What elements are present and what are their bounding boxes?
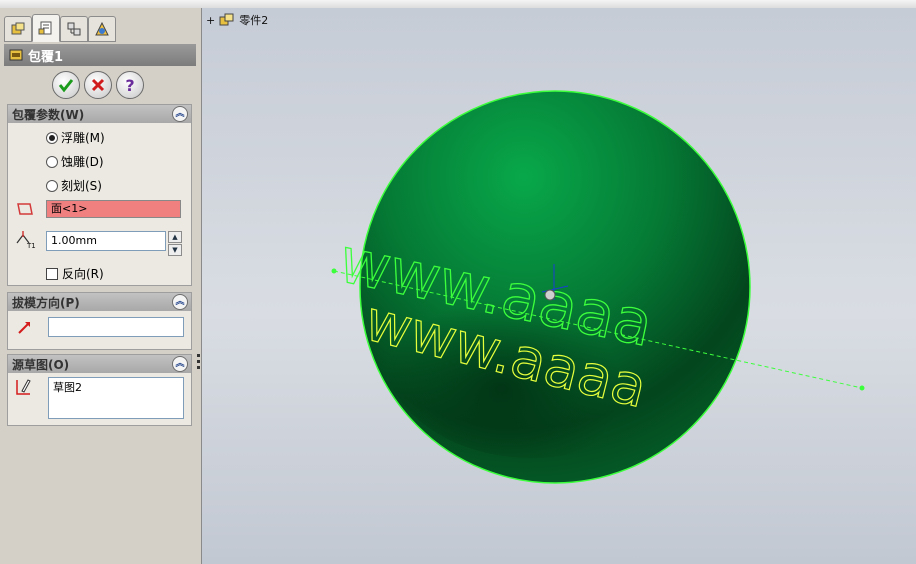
wrap-parameters-group: 包覆参数(W) ︽ 浮雕(M) 蚀雕(D) 刻划(S) 面<1> T1 1.00… <box>7 104 192 286</box>
spin-up-icon[interactable]: ▲ <box>168 231 182 243</box>
thickness-icon: T1 <box>16 231 36 249</box>
configuration-icon <box>67 22 81 36</box>
cancel-button[interactable] <box>84 71 112 99</box>
help-label: ? <box>125 75 135 95</box>
collapse-chevron-icon[interactable]: ︽ <box>172 356 188 372</box>
wrap-parameters-header[interactable]: 包覆参数(W) ︽ <box>8 105 191 123</box>
tab-configuration-manager[interactable] <box>60 16 88 42</box>
source-sketch-title: 源草图(O) <box>12 357 70 372</box>
splitter-grip[interactable] <box>197 354 200 374</box>
radio-deboss-label: 蚀雕(D) <box>61 155 104 169</box>
reverse-checkbox-label: 反向(R) <box>62 267 104 281</box>
feature-tree-icon <box>11 22 25 35</box>
radio-emboss[interactable]: 浮雕(M) <box>46 129 105 146</box>
sketch-endpoint-left[interactable] <box>331 268 337 274</box>
sketch-icon <box>16 379 31 395</box>
tab-display-manager[interactable] <box>88 16 116 42</box>
feature-title-bar: 包覆1 <box>4 44 196 66</box>
direction-arrow-icon <box>18 322 30 334</box>
feature-title: 包覆1 <box>28 49 64 65</box>
cursor-icon <box>544 289 556 301</box>
face-selection-value: 面<1> <box>51 202 88 215</box>
face-selection-icon <box>17 203 33 215</box>
thickness-value: 1.00mm <box>51 234 97 247</box>
draft-direction-group: 拔模方向(P) ︽ <box>7 292 192 350</box>
tab-property-manager[interactable] <box>32 14 60 42</box>
thickness-spinner[interactable]: ▲ ▼ <box>168 231 182 256</box>
spin-down-icon[interactable]: ▼ <box>168 244 182 256</box>
checkmark-icon <box>58 79 74 93</box>
tab-feature-manager[interactable] <box>4 16 32 42</box>
sketch-endpoint-right[interactable] <box>859 385 865 391</box>
display-manager-icon <box>95 21 109 36</box>
reverse-checkbox[interactable]: 反向(R) <box>46 265 104 282</box>
collapse-chevron-icon[interactable]: ︽ <box>172 294 188 310</box>
thickness-input[interactable]: 1.00mm <box>46 231 166 251</box>
draft-direction-header[interactable]: 拔模方向(P) ︽ <box>8 293 191 311</box>
collapse-chevron-icon[interactable]: ︽ <box>172 106 188 122</box>
draft-direction-title: 拔模方向(P) <box>12 295 80 310</box>
radio-scribe-dot[interactable] <box>46 179 58 192</box>
radio-scribe-label: 刻划(S) <box>61 179 102 193</box>
source-sketch-value[interactable]: 草图2 <box>53 381 82 394</box>
radio-deboss-dot[interactable] <box>46 155 58 168</box>
model-graphics: www.aaaa www.aaaa <box>331 90 865 484</box>
face-selection-box[interactable]: 面<1> <box>46 200 181 218</box>
source-sketch-header[interactable]: 源草图(O) ︽ <box>8 355 191 373</box>
property-manager-panel: 包覆1 ? 包覆参数(W) ︽ 浮雕(M) 蚀雕(D) 刻划(S) 面<1> T… <box>0 8 197 564</box>
source-sketch-list[interactable]: 草图2 <box>48 377 184 419</box>
ok-button[interactable] <box>52 71 80 99</box>
radio-deboss[interactable]: 蚀雕(D) <box>46 153 104 170</box>
radio-emboss-dot[interactable] <box>46 131 58 144</box>
source-sketch-group: 源草图(O) ︽ 草图2 <box>7 354 192 426</box>
help-button[interactable]: ? <box>116 71 144 99</box>
draft-direction-input[interactable] <box>48 317 184 337</box>
radio-scribe[interactable]: 刻划(S) <box>46 177 102 194</box>
action-buttons: ? <box>52 71 144 99</box>
wrap-feature-icon <box>9 49 23 61</box>
graphics-viewport[interactable]: + 零件2 www.aaaa www.aaaa <box>202 8 916 564</box>
svg-text:T1: T1 <box>26 242 36 249</box>
wrap-parameters-title: 包覆参数(W) <box>12 107 85 122</box>
x-icon <box>91 78 105 92</box>
property-manager-icon <box>38 21 52 35</box>
reverse-checkbox-box[interactable] <box>46 267 58 280</box>
radio-emboss-label: 浮雕(M) <box>61 131 105 145</box>
